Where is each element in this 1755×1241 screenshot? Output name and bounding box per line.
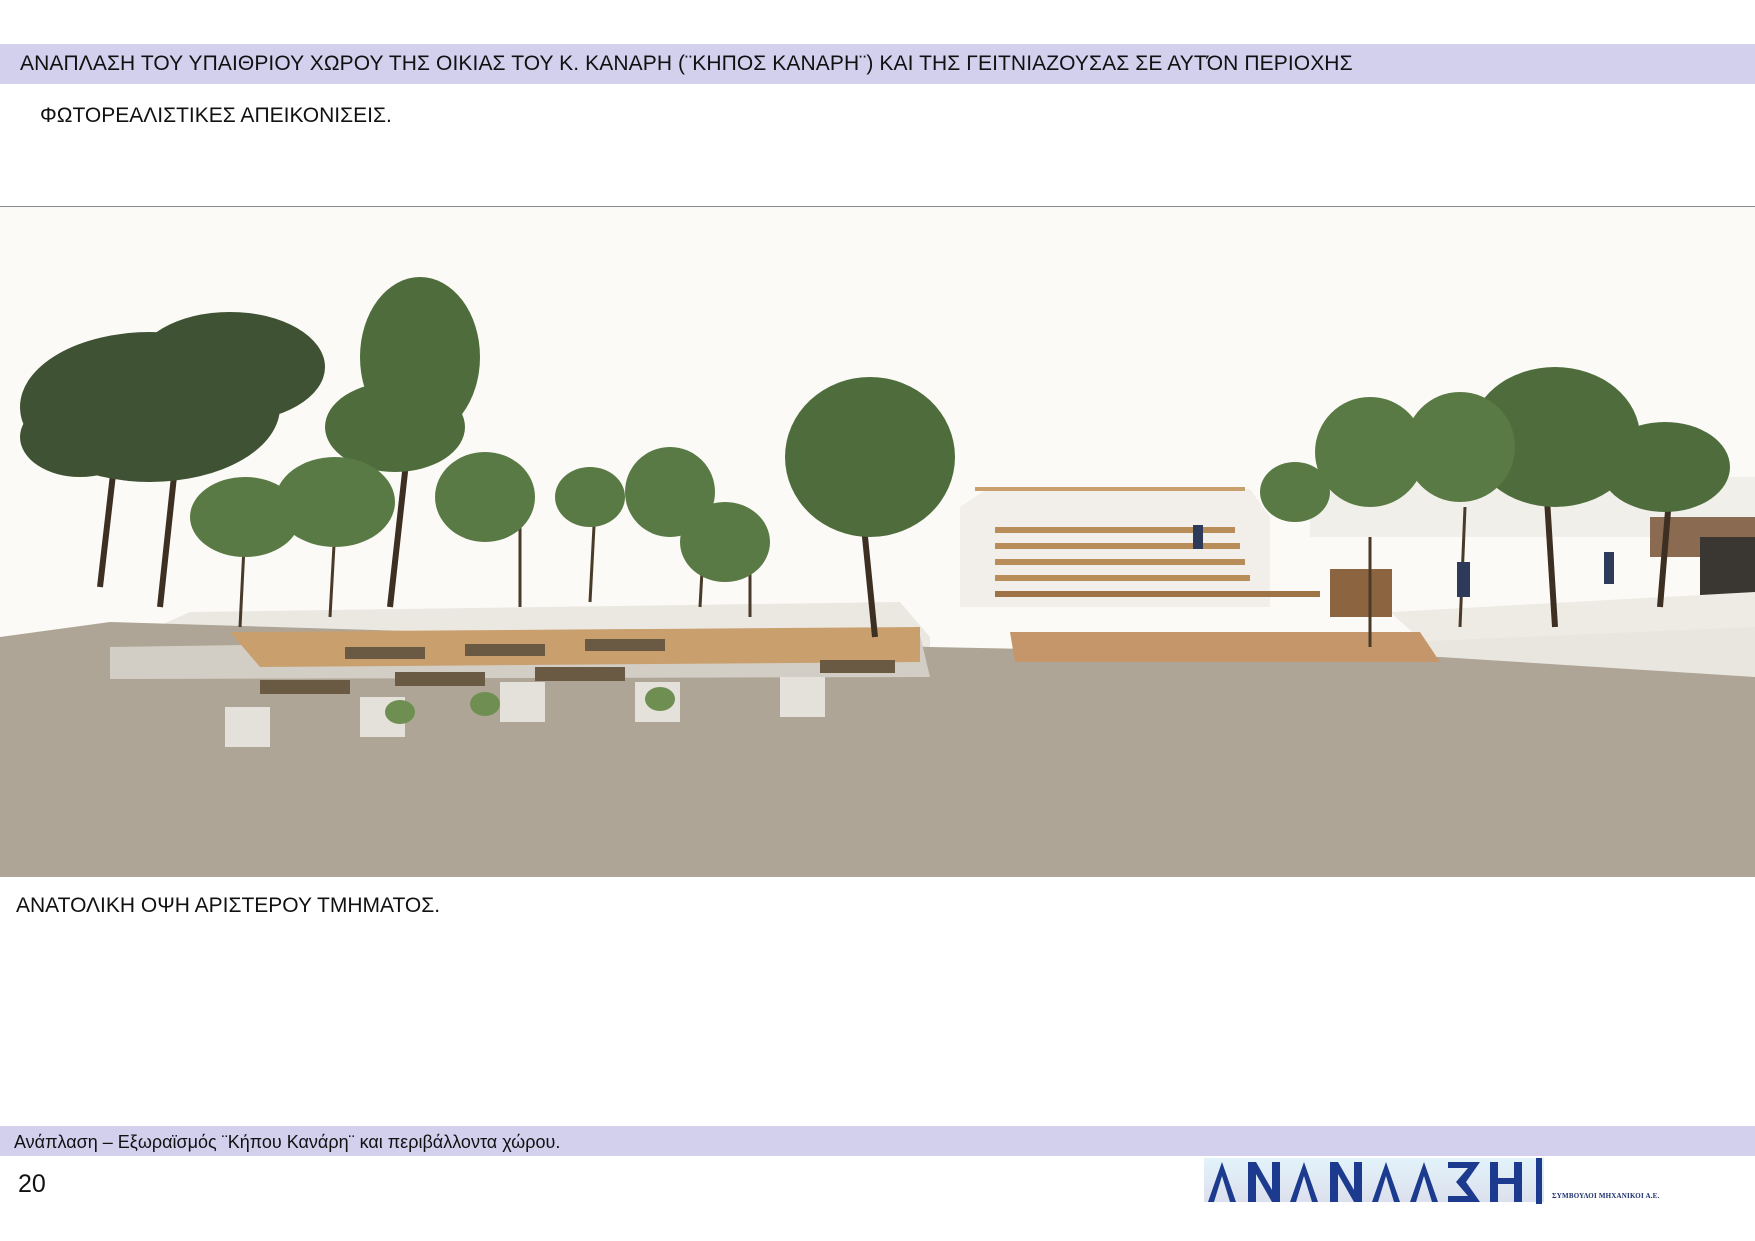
page-number: 20 bbox=[18, 1170, 46, 1198]
figure-caption: ΑΝΑΤΟΛΙΚΗ ΟΨΗ ΑΡΙΣΤΕΡΟΥ ΤΜΗΜΑΤΟΣ. bbox=[16, 894, 441, 917]
footer-text: Ανάπλαση – Εξωραϊσμός ¨Κήπου Κανάρη¨ και… bbox=[14, 1132, 561, 1152]
park-rendering-image bbox=[0, 207, 1755, 877]
document-title: ΑΝΑΠΛΑΣΗ ΤΟΥ ΥΠΑΙΘΡΙΟΥ ΧΩΡΟΥ ΤΗΣ ΟΙΚΙΑΣ … bbox=[20, 52, 1353, 75]
section-subtitle: ΦΩΤΟΡΕΑΛΙΣΤΙΚΕΣ ΑΠΕΙΚΟΝΙΣΕΙΣ. bbox=[40, 104, 392, 127]
logo-tagline: ΣΥΜΒΟΥΛΟΙ ΜΗΧΑΝΙΚΟΙ Α.Ε. bbox=[1552, 1192, 1660, 1200]
